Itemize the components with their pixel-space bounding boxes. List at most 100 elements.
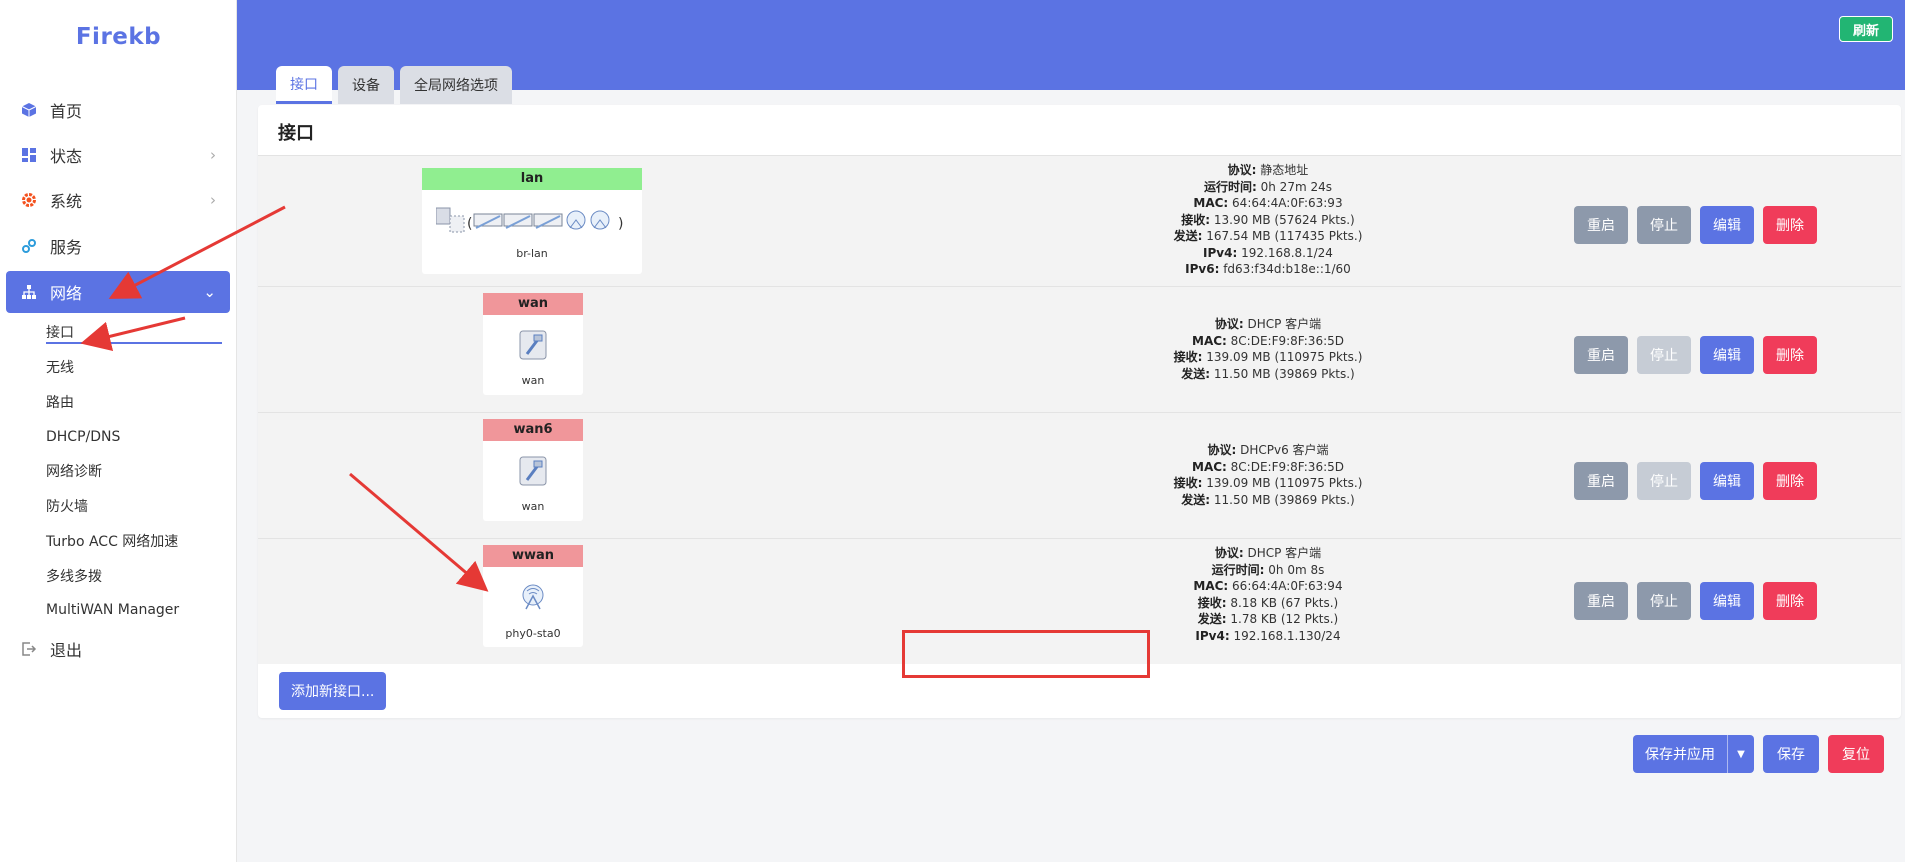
- chevron-right-icon: ›: [210, 191, 216, 209]
- interface-badge[interactable]: wan wan: [483, 293, 583, 395]
- delete-button[interactable]: 删除: [1763, 206, 1817, 244]
- info-line: IPv4: 192.168.8.1/24: [1203, 245, 1333, 260]
- row-actions: 重启 停止 编辑 删除: [1574, 206, 1817, 244]
- info-line: IPv6: fd63:f34d:b18e::1/60: [1185, 262, 1351, 276]
- stop-button[interactable]: 停止: [1637, 206, 1691, 244]
- sidebar-item-label: 状态: [50, 147, 83, 166]
- sidebar: Firekb 首页 状态 › 系统 › 服务 网络 ⌄ 接口 无线 路由 DHC…: [0, 0, 237, 862]
- info-line: 接收: 13.90 MB (57624 Pkts.): [1181, 212, 1355, 227]
- sidebar-item-label: 首页: [50, 102, 83, 121]
- tab-global-options[interactable]: 全局网络选项: [400, 66, 512, 104]
- stop-button: 停止: [1637, 462, 1691, 500]
- sidebar-item-network[interactable]: 网络 ⌄: [6, 271, 230, 313]
- sidebar-item-label: 服务: [50, 238, 83, 257]
- info-line: 接收: 139.09 MB (110975 Pkts.): [1173, 350, 1363, 364]
- edit-button[interactable]: 编辑: [1700, 206, 1754, 244]
- highlight-box: [902, 630, 1150, 678]
- svg-text:(: (: [467, 216, 472, 232]
- gear-icon: [20, 191, 38, 209]
- interface-badge[interactable]: wan6 wan: [483, 419, 583, 521]
- sidebar-sub-routes[interactable]: 路由: [46, 392, 74, 414]
- reset-button[interactable]: 复位: [1828, 735, 1884, 773]
- refresh-button[interactable]: 刷新: [1839, 16, 1893, 42]
- restart-button[interactable]: 重启: [1574, 582, 1628, 620]
- svg-text:): ): [618, 216, 623, 232]
- interface-device: wan: [521, 500, 545, 513]
- info-line: 发送: 11.50 MB (39869 Pkts.): [1181, 366, 1355, 381]
- sidebar-item-label: 系统: [50, 192, 83, 211]
- row-actions: 重启 停止 编辑 删除: [1574, 336, 1817, 374]
- delete-button[interactable]: 删除: [1763, 336, 1817, 374]
- info-line: 发送: 11.50 MB (39869 Pkts.): [1181, 492, 1355, 507]
- info-line: 协议: DHCP 客户端: [1214, 546, 1322, 560]
- delete-button[interactable]: 删除: [1763, 582, 1817, 620]
- restart-button[interactable]: 重启: [1574, 462, 1628, 500]
- tab-interfaces[interactable]: 接口: [276, 66, 332, 104]
- sidebar-item-home[interactable]: 首页: [6, 89, 230, 131]
- info-line: 协议: 静态地址: [1227, 163, 1309, 177]
- edit-button[interactable]: 编辑: [1700, 462, 1754, 500]
- interface-device: phy0-sta0: [505, 627, 561, 640]
- ethernet-port-icon: [519, 330, 547, 364]
- interface-info: 协议: 静态地址 运行时间: 0h 27m 24s MAC: 64:64:4A:…: [918, 162, 1618, 278]
- info-line: 接收: 8.18 KB (67 Pkts.): [1197, 595, 1339, 610]
- info-line: 运行时间: 0h 0m 8s: [1211, 562, 1325, 577]
- save-apply-button[interactable]: 保存并应用: [1633, 735, 1728, 773]
- interface-info: 协议: DHCP 客户端 MAC: 8C:DE:F9:8F:36:5D 接收: …: [918, 316, 1618, 382]
- tab-bar: 接口 设备 全局网络选项: [276, 66, 512, 104]
- info-line: 发送: 167.54 MB (117435 Pkts.): [1173, 229, 1363, 243]
- interface-name: wan6: [483, 419, 583, 441]
- sidebar-sub-dhcp-dns[interactable]: DHCP/DNS: [46, 426, 120, 448]
- stop-button[interactable]: 停止: [1637, 582, 1691, 620]
- interface-row-wan6: wan6 wan 协议: DHCPv6 客户端 MAC: 8C:DE:F9:8F…: [258, 412, 1901, 538]
- interface-name: lan: [422, 168, 642, 190]
- wireless-icon: [519, 583, 547, 615]
- interface-info: 协议: DHCPv6 客户端 MAC: 8C:DE:F9:8F:36:5D 接收…: [918, 442, 1618, 508]
- save-button[interactable]: 保存: [1763, 735, 1819, 773]
- sidebar-sub-turbo-acc[interactable]: Turbo ACC 网络加速: [46, 531, 178, 553]
- network-icon: [20, 283, 38, 301]
- logout-icon: [20, 640, 38, 658]
- sidebar-item-label: 退出: [50, 641, 83, 660]
- info-line: 协议: DHCP 客户端: [1214, 317, 1322, 331]
- info-line: 协议: DHCPv6 客户端: [1207, 443, 1329, 457]
- sidebar-item-services[interactable]: 服务: [6, 225, 230, 267]
- interface-device: br-lan: [516, 247, 548, 260]
- brand-logo[interactable]: Firekb: [0, 24, 237, 50]
- sidebar-item-status[interactable]: 状态 ›: [6, 134, 230, 176]
- services-icon: [20, 237, 38, 255]
- sidebar-sub-multiwan[interactable]: MultiWAN Manager: [46, 599, 179, 621]
- dropdown-caret-icon[interactable]: ▼: [1728, 735, 1754, 773]
- interface-device: wan: [521, 374, 545, 387]
- delete-button[interactable]: 删除: [1763, 462, 1817, 500]
- interface-name: wwan: [483, 545, 583, 567]
- add-interface-button[interactable]: 添加新接口...: [279, 672, 387, 710]
- interface-badge[interactable]: lan ( ) br-lan: [422, 168, 642, 274]
- edit-button[interactable]: 编辑: [1700, 582, 1754, 620]
- sidebar-sub-interfaces[interactable]: 接口: [46, 322, 222, 344]
- interface-row-wan: wan wan 协议: DHCP 客户端 MAC: 8C:DE:F9:8F:36…: [258, 286, 1901, 412]
- tab-devices[interactable]: 设备: [338, 66, 394, 104]
- sidebar-sub-diagnostics[interactable]: 网络诊断: [46, 461, 102, 483]
- info-line: MAC: 8C:DE:F9:8F:36:5D: [1192, 333, 1344, 348]
- sidebar-sub-multi-dial[interactable]: 多线多拨: [46, 566, 102, 588]
- sidebar-sub-firewall[interactable]: 防火墙: [46, 496, 88, 518]
- info-line: MAC: 8C:DE:F9:8F:36:5D: [1192, 459, 1344, 474]
- sidebar-item-label: 网络: [50, 284, 83, 303]
- edit-button[interactable]: 编辑: [1700, 336, 1754, 374]
- restart-button[interactable]: 重启: [1574, 336, 1628, 374]
- info-line: 发送: 1.78 KB (12 Pkts.): [1197, 612, 1339, 626]
- stop-button: 停止: [1637, 336, 1691, 374]
- info-line: MAC: 66:64:4A:0F:63:94: [1193, 579, 1343, 593]
- sidebar-sub-wireless[interactable]: 无线: [46, 357, 74, 379]
- sidebar-item-system[interactable]: 系统 ›: [6, 179, 230, 221]
- ethernet-port-icon: [519, 456, 547, 490]
- sidebar-item-logout[interactable]: 退出: [6, 628, 230, 670]
- row-actions: 重启 停止 编辑 删除: [1574, 462, 1817, 500]
- info-line: MAC: 64:64:4A:0F:63:93: [1193, 196, 1343, 210]
- footer-actions: 保存并应用 ▼ 保存 复位: [1633, 735, 1884, 773]
- chevron-down-icon: ⌄: [203, 283, 216, 301]
- restart-button[interactable]: 重启: [1574, 206, 1628, 244]
- row-actions: 重启 停止 编辑 删除: [1574, 582, 1817, 620]
- interface-badge[interactable]: wwan phy0-sta0: [483, 545, 583, 647]
